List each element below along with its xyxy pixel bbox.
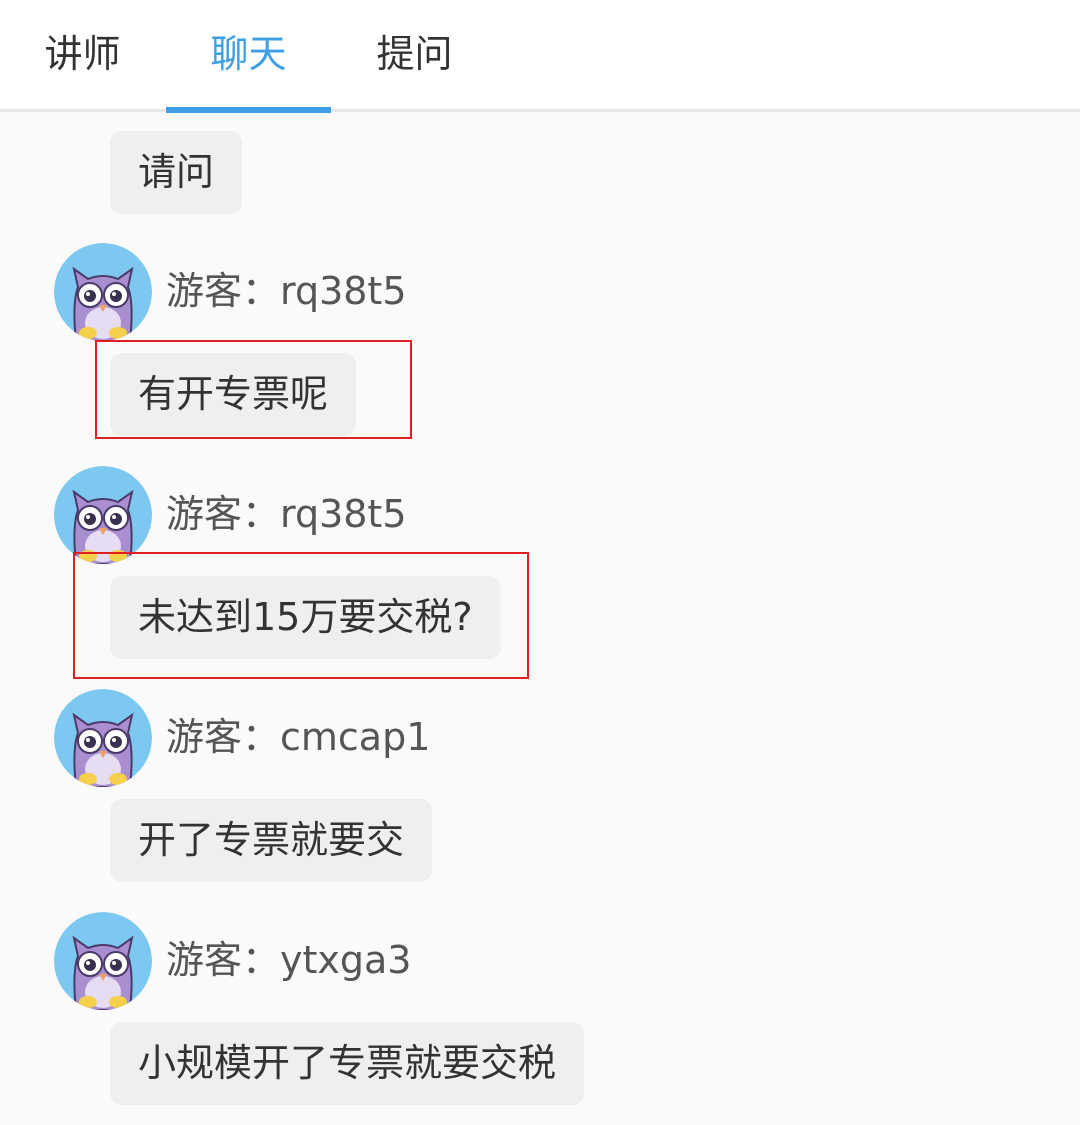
message-username: 游客：rq38t5 [166,269,407,313]
tab-bar: 讲师 聊天 提问 [0,0,1080,113]
message-bubble: 有开专票呢 [110,353,357,436]
message-bubble: 小规模开了专票就要交税 [110,1022,585,1105]
owl-avatar-icon [54,912,152,1010]
message-bubble: 请问 [110,131,243,214]
active-tab-indicator [166,107,331,113]
message-username: 游客：rq38t5 [166,492,407,536]
message-bubble: 未达到15万要交税? [110,576,501,659]
tab-question[interactable]: 提问 [352,0,477,112]
tab-lecturer[interactable]: 讲师 [20,0,145,112]
owl-avatar-icon [54,243,152,341]
tab-chat[interactable]: 聊天 [166,0,331,112]
message-bubble: 开了专票就要交 [110,799,433,882]
message-username: 游客：ytxga3 [166,938,412,982]
message-username: 游客：cmcap1 [166,715,431,759]
owl-avatar-icon [54,466,152,564]
owl-avatar-icon [54,689,152,787]
